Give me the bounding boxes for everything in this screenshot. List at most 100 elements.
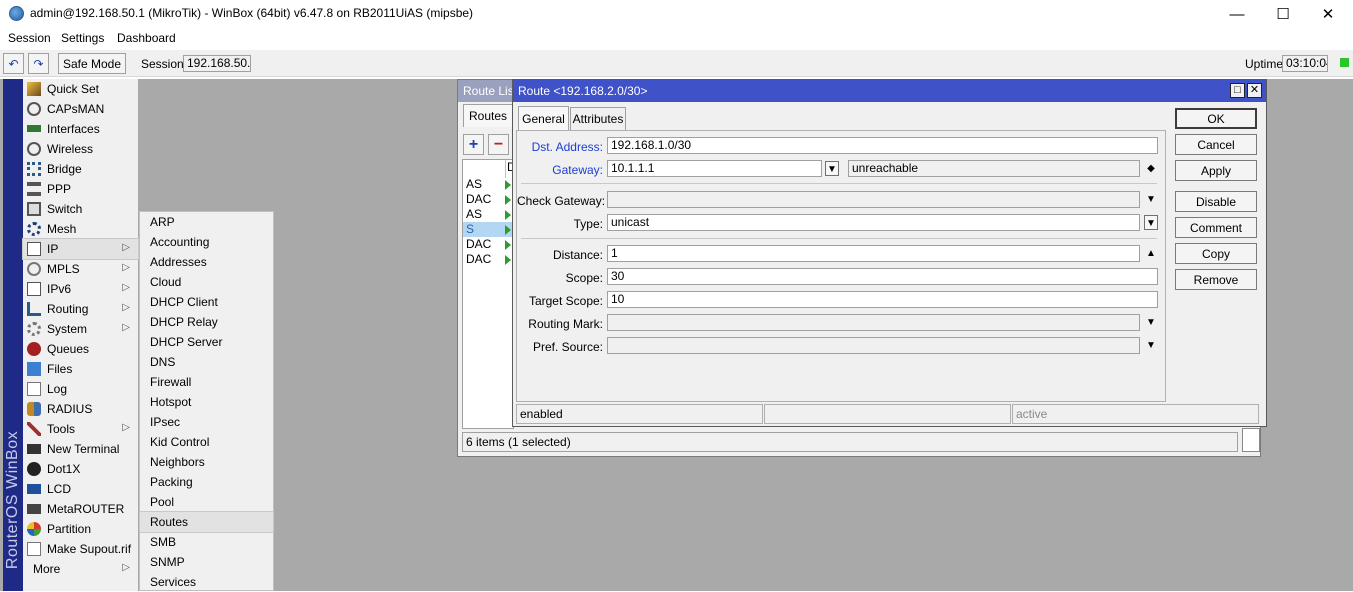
sidebar-item-more[interactable]: More ▷ (23, 559, 138, 579)
route-active-icon (505, 225, 511, 235)
dialog-maximize-button[interactable]: □ (1230, 83, 1245, 98)
apply-button[interactable]: Apply (1175, 160, 1257, 181)
tab-routes[interactable]: Routes (463, 104, 513, 127)
menu-dashboard[interactable]: Dashboard (117, 31, 176, 45)
sidebar-item-metarouter[interactable]: MetaROUTER (23, 499, 138, 519)
table-row[interactable]: DAC (463, 192, 513, 207)
gateway-dropdown-icon[interactable]: ▼ (825, 161, 839, 176)
distance-collapse-icon[interactable]: ▲ (1144, 246, 1158, 261)
submenu-item-dhcp-relay[interactable]: DHCP Relay (140, 312, 273, 332)
table-row[interactable]: DAC (463, 252, 513, 267)
table-row[interactable]: DAC (463, 237, 513, 252)
cancel-button[interactable]: Cancel (1175, 134, 1257, 155)
undo-button[interactable]: ↶ (3, 53, 24, 74)
sidebar-item-ppp[interactable]: PPP (23, 179, 138, 199)
sidebar-item-label: Dot1X (47, 462, 81, 476)
submenu-item-ipsec[interactable]: IPsec (140, 412, 273, 432)
table-row[interactable]: AS (463, 207, 513, 222)
sidebar-item-ipv6[interactable]: IPv6 ▷ (23, 279, 138, 299)
type-dropdown-icon[interactable]: ▼ (1144, 215, 1158, 230)
submenu-item-dhcp-server[interactable]: DHCP Server (140, 332, 273, 352)
submenu-item-snmp[interactable]: SNMP (140, 552, 273, 572)
sidebar-item-log[interactable]: Log (23, 379, 138, 399)
submenu-item-pool[interactable]: Pool (140, 492, 273, 512)
sidebar-item-quick-set[interactable]: Quick Set (23, 79, 138, 99)
submenu-item-services[interactable]: Services (140, 572, 273, 592)
submenu-item-addresses[interactable]: Addresses (140, 252, 273, 272)
submenu-item-cloud[interactable]: Cloud (140, 272, 273, 292)
bridge-icon (27, 162, 41, 176)
close-button[interactable]: ✕ (1305, 0, 1351, 28)
submenu-item-kid-control[interactable]: Kid Control (140, 432, 273, 452)
table-row[interactable]: AS (463, 177, 513, 192)
session-field[interactable]: 192.168.50.1 (183, 55, 251, 72)
submenu-item-firewall[interactable]: Firewall (140, 372, 273, 392)
maximize-button[interactable]: ☐ (1260, 0, 1306, 28)
target-scope-input[interactable]: 10 (607, 291, 1158, 308)
remove-route-button[interactable]: − (488, 134, 509, 155)
routing-mark-dropdown-icon[interactable]: ▼ (1144, 315, 1158, 330)
minimize-button[interactable]: — (1214, 0, 1260, 28)
sidebar-item-capsman[interactable]: CAPsMAN (23, 99, 138, 119)
table-row-selected[interactable]: S (463, 222, 513, 237)
pref-source-dropdown-icon[interactable]: ▼ (1144, 338, 1158, 353)
submenu-item-dhcp-client[interactable]: DHCP Client (140, 292, 273, 312)
submenu-arrow-icon: ▷ (122, 562, 130, 573)
route-list-status: 6 items (1 selected) (462, 432, 1238, 452)
gateway-input[interactable]: 10.1.1.1 (607, 160, 822, 177)
check-gateway-dropdown-icon[interactable]: ▼ (1144, 192, 1158, 207)
gateway-up-down-icon[interactable]: ◆ (1144, 161, 1158, 176)
sidebar-item-ip[interactable]: IP ▷ (22, 238, 139, 260)
sidebar-item-queues[interactable]: Queues (23, 339, 138, 359)
scope-input[interactable]: 30 (607, 268, 1158, 285)
redo-button[interactable]: ↷ (28, 53, 49, 74)
check-gateway-select[interactable] (607, 191, 1140, 208)
submenu-item-dns[interactable]: DNS (140, 352, 273, 372)
dialog-close-button[interactable]: ✕ (1247, 83, 1262, 98)
sidebar-item-dot1x[interactable]: Dot1X (23, 459, 138, 479)
submenu-item-routes[interactable]: Routes (139, 511, 274, 533)
disable-button[interactable]: Disable (1175, 191, 1257, 212)
sidebar-item-switch[interactable]: Switch (23, 199, 138, 219)
copy-button[interactable]: Copy (1175, 243, 1257, 264)
pref-source-select[interactable] (607, 337, 1140, 354)
sidebar-item-mesh[interactable]: Mesh (23, 219, 138, 239)
sidebar-item-system[interactable]: System ▷ (23, 319, 138, 339)
type-select[interactable]: unicast (607, 214, 1140, 231)
mpls-icon (27, 262, 41, 276)
menu-settings[interactable]: Settings (61, 31, 104, 45)
sidebar-item-partition[interactable]: Partition (23, 519, 138, 539)
sidebar-item-routing[interactable]: Routing ▷ (23, 299, 138, 319)
sidebar-item-make-supout[interactable]: Make Supout.rif (23, 539, 138, 559)
ok-button[interactable]: OK (1175, 108, 1257, 129)
sidebar-item-bridge[interactable]: Bridge (23, 159, 138, 179)
add-route-button[interactable]: + (463, 134, 484, 155)
remove-button[interactable]: Remove (1175, 269, 1257, 290)
submenu-item-hotspot[interactable]: Hotspot (140, 392, 273, 412)
sidebar-item-mpls[interactable]: MPLS ▷ (23, 259, 138, 279)
tab-attributes[interactable]: Attributes (570, 107, 626, 130)
route-list-resize-grip[interactable] (1242, 428, 1260, 452)
submenu-item-neighbors[interactable]: Neighbors (140, 452, 273, 472)
distance-input[interactable]: 1 (607, 245, 1140, 262)
comment-button[interactable]: Comment (1175, 217, 1257, 238)
sidebar-item-new-terminal[interactable]: New Terminal (23, 439, 138, 459)
submenu-item-packing[interactable]: Packing (140, 472, 273, 492)
sidebar-item-radius[interactable]: RADIUS (23, 399, 138, 419)
menu-session[interactable]: Session (8, 31, 51, 45)
sidebar-item-lcd[interactable]: LCD (23, 479, 138, 499)
submenu-item-accounting[interactable]: Accounting (140, 232, 273, 252)
safe-mode-button[interactable]: Safe Mode (58, 53, 126, 74)
separator (521, 183, 1157, 184)
route-dialog-titlebar[interactable]: Route <192.168.2.0/30> □ ✕ (513, 80, 1266, 102)
sidebar-item-tools[interactable]: Tools ▷ (23, 419, 138, 439)
brand-strip: RouterOS WinBox (3, 79, 23, 591)
sidebar-item-interfaces[interactable]: Interfaces (23, 119, 138, 139)
dst-address-input[interactable]: 192.168.1.0/30 (607, 137, 1158, 154)
submenu-item-arp[interactable]: ARP (140, 212, 273, 232)
tab-general[interactable]: General (518, 106, 569, 130)
sidebar-item-files[interactable]: Files (23, 359, 138, 379)
sidebar-item-wireless[interactable]: Wireless (23, 139, 138, 159)
submenu-item-smb[interactable]: SMB (140, 532, 273, 552)
routing-mark-select[interactable] (607, 314, 1140, 331)
